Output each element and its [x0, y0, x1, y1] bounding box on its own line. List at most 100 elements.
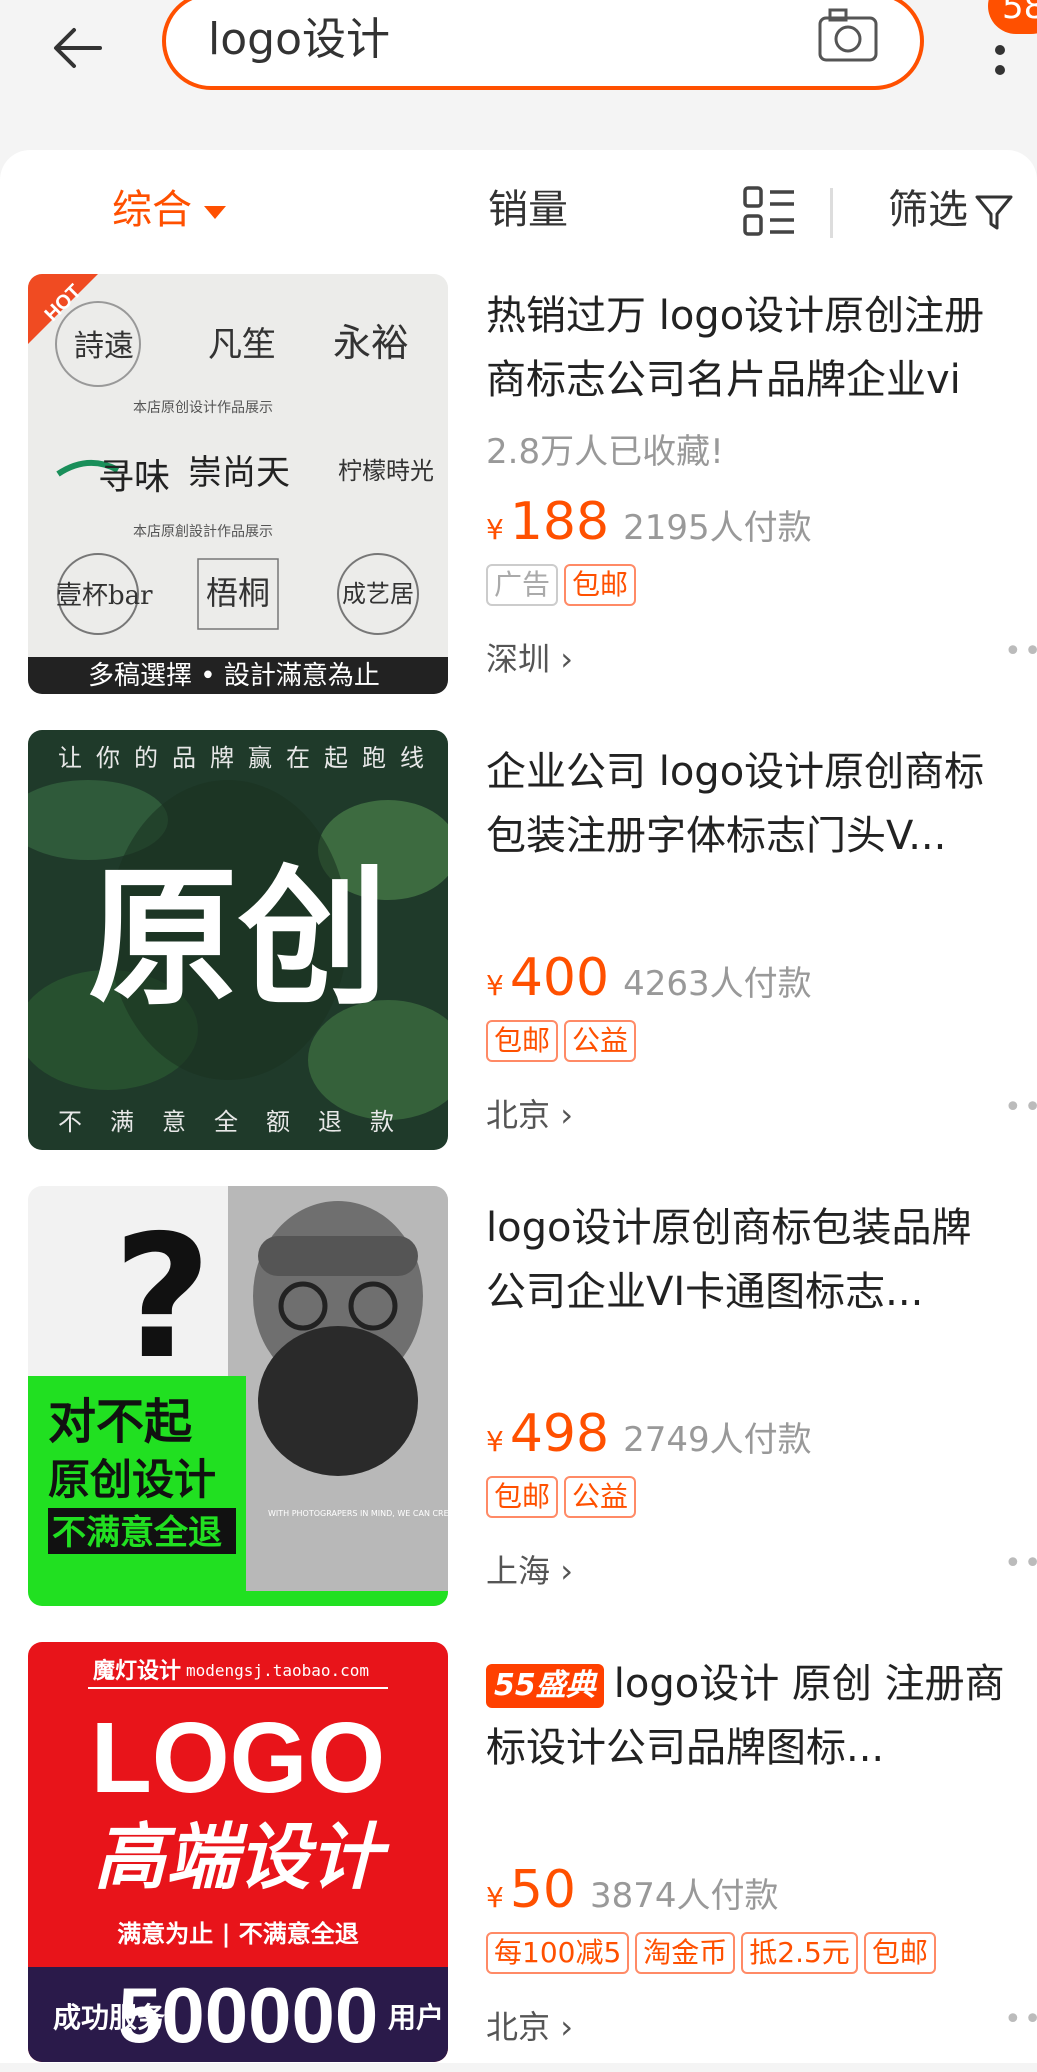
- tag-row: 包邮 公益: [486, 1020, 642, 1062]
- logo-text: 永裕: [333, 321, 409, 365]
- currency-symbol: ¥: [486, 1425, 504, 1458]
- caption-text: 本店原创设计作品展示: [133, 400, 273, 416]
- tag-row: 每100减5 淘金币 抵2.5元 包邮: [486, 1932, 942, 1974]
- more-options-icon[interactable]: •••: [1004, 2002, 1037, 2037]
- location-label: 北京: [486, 2008, 551, 2046]
- price-value: 400: [509, 948, 610, 1008]
- results-panel: 综合 销量 筛选 HOT 詩遠 凡笙 永裕 本店原创设计作品展示 寻味 崇尚天 …: [0, 150, 1037, 2063]
- logo-text: 柠檬時光: [338, 457, 434, 485]
- camera-icon: [818, 8, 878, 62]
- high-end-design-text: 高端设计: [94, 1815, 390, 1899]
- refund-text: 不满意全退: [52, 1513, 222, 1553]
- product-card[interactable]: ? 对不起 原创设计 不满意全退 WITH PHOTOGRAPERS IN MI…: [0, 1186, 1037, 1616]
- logo-big-text: LOGO: [91, 1702, 385, 1814]
- banner-text: 多稿選擇 • 設計滿意為止: [88, 661, 380, 691]
- top-bar: logo设计 58: [0, 0, 1037, 150]
- collect-count: 2.8万人已收藏!: [486, 432, 724, 472]
- divider: [830, 188, 833, 238]
- question-mark: ?: [113, 1199, 212, 1397]
- more-options-icon[interactable]: •••: [1004, 1546, 1037, 1581]
- arrow-left-icon: [54, 28, 102, 68]
- price-value: 50: [509, 1860, 576, 1920]
- search-input[interactable]: logo设计: [208, 10, 390, 70]
- product-card[interactable]: HOT 詩遠 凡笙 永裕 本店原创设计作品展示 寻味 崇尚天 柠檬時光 本店原創…: [0, 274, 1037, 704]
- location-label: 北京: [486, 1096, 551, 1134]
- logo-text: 崇尚天: [188, 453, 290, 493]
- sort-comprehensive-label: 综合: [112, 187, 192, 233]
- price-row: ¥498 2749人付款: [486, 1404, 812, 1464]
- sold-count: 3874人付款: [590, 1876, 779, 1916]
- sort-sales[interactable]: 销量: [488, 180, 568, 240]
- product-title[interactable]: 热销过万 logo设计原创注册商标志公司名片品牌企业vi: [486, 284, 1006, 412]
- logo-text: 寻味: [98, 457, 170, 498]
- price-value: 188: [509, 492, 610, 552]
- shop-location[interactable]: 北京 ›: [486, 1090, 573, 1136]
- more-options-icon[interactable]: •••: [1004, 634, 1037, 669]
- product-card[interactable]: 让你的品牌赢在起跑线 原创 不满意全额退款 企业公司 logo设计原创商标包装注…: [0, 730, 1037, 1160]
- logo-text: 成艺居: [342, 580, 414, 608]
- product-card[interactable]: 魔灯设计 modengsj.taobao.com LOGO 高端设计 满意为止 …: [0, 1642, 1037, 2072]
- free-shipping-tag: 包邮: [564, 564, 637, 606]
- slogan-text: 满意为止 | 不满意全退: [117, 1920, 358, 1948]
- logo-text: 詩遠: [74, 329, 134, 364]
- chevron-right-icon: ›: [550, 1552, 573, 1590]
- logo-text: 凡笙: [208, 325, 276, 365]
- user-count-text: 500000: [118, 1971, 378, 2059]
- price-row: ¥50 3874人付款: [486, 1860, 779, 1920]
- filter-button[interactable]: 筛选: [888, 180, 1014, 240]
- coin-tag: 淘金币: [635, 1932, 736, 1974]
- list-layout-icon: [743, 186, 794, 236]
- product-image[interactable]: ? 对不起 原创设计 不满意全退 WITH PHOTOGRAPERS IN MI…: [28, 1186, 448, 1606]
- caption-text: WITH PHOTOGRAPERS IN MIND, WE CAN CREATE…: [268, 1509, 448, 1518]
- layout-toggle-button[interactable]: [742, 184, 798, 240]
- sort-comprehensive[interactable]: 综合: [112, 180, 226, 240]
- ad-tag: 广告: [486, 564, 559, 606]
- shop-location[interactable]: 北京 ›: [486, 2002, 573, 2048]
- search-box[interactable]: logo设计: [162, 0, 924, 90]
- price-value: 498: [509, 1404, 610, 1464]
- camera-search-button[interactable]: [816, 4, 880, 64]
- chevron-right-icon: ›: [550, 640, 573, 678]
- sold-count: 2195人付款: [623, 508, 812, 548]
- product-image[interactable]: 让你的品牌赢在起跑线 原创 不满意全额退款: [28, 730, 448, 1150]
- big-logo-text: 原创: [88, 852, 388, 1026]
- back-button[interactable]: [48, 18, 108, 78]
- location-label: 上海: [486, 1552, 551, 1590]
- currency-symbol: ¥: [486, 513, 504, 546]
- chevron-right-icon: ›: [550, 2008, 573, 2046]
- discount-tag: 每100减5: [486, 1932, 630, 1974]
- shop-url-text: modengsj.taobao.com: [186, 1661, 369, 1680]
- free-shipping-tag: 包邮: [486, 1476, 559, 1518]
- logo-text: 梧桐: [206, 574, 270, 612]
- currency-symbol: ¥: [486, 1881, 504, 1914]
- shop-location[interactable]: 深圳 ›: [486, 634, 573, 680]
- deduction-tag: 抵2.5元: [741, 1932, 858, 1974]
- free-shipping-tag: 包邮: [486, 1020, 559, 1062]
- funnel-icon: [975, 195, 1013, 230]
- shop-location[interactable]: 上海 ›: [486, 1546, 573, 1592]
- price-row: ¥400 4263人付款: [486, 948, 812, 1008]
- currency-symbol: ¥: [486, 969, 504, 1002]
- logo-text: 壹杯bar: [56, 581, 153, 611]
- sold-count: 2749人付款: [623, 1420, 812, 1460]
- original-design-text: 原创设计: [48, 1455, 216, 1504]
- product-title[interactable]: logo设计原创商标包装品牌公司企业VI卡通图标志...: [486, 1196, 1006, 1324]
- more-options-icon[interactable]: •••: [1004, 1090, 1037, 1125]
- brand-text: 魔灯设计: [93, 1658, 181, 1684]
- refund-text: 不满意全额退款: [58, 1108, 422, 1136]
- free-shipping-tag: 包邮: [863, 1932, 936, 1974]
- product-image[interactable]: HOT 詩遠 凡笙 永裕 本店原创设计作品展示 寻味 崇尚天 柠檬時光 本店原創…: [28, 274, 448, 694]
- chevron-right-icon: ›: [550, 1096, 573, 1134]
- sorry-text: 对不起: [48, 1394, 193, 1450]
- tag-row: 包邮 公益: [486, 1476, 642, 1518]
- sold-count: 4263人付款: [623, 964, 812, 1004]
- slogan-text: 让你的品牌赢在起跑线: [58, 744, 438, 772]
- product-image[interactable]: 魔灯设计 modengsj.taobao.com LOGO 高端设计 满意为止 …: [28, 1642, 448, 2062]
- product-title[interactable]: 55盛典 logo设计 原创 注册商标设计公司品牌图标...: [486, 1652, 1006, 1780]
- charity-tag: 公益: [564, 1476, 637, 1518]
- caret-down-icon: [204, 205, 226, 219]
- product-title[interactable]: 企业公司 logo设计原创商标包装注册字体标志门头V...: [486, 740, 1006, 868]
- charity-tag: 公益: [564, 1020, 637, 1062]
- location-label: 深圳: [486, 640, 551, 678]
- price-row: ¥188 2195人付款: [486, 492, 812, 552]
